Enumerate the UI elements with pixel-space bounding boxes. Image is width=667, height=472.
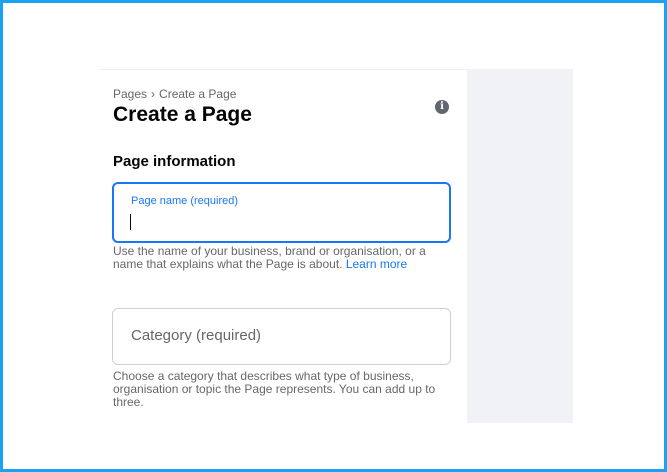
category-field[interactable]: Category (required) xyxy=(112,308,451,365)
breadcrumb-current: Create a Page xyxy=(159,87,237,101)
page-title: Create a Page xyxy=(113,103,252,126)
screenshot-frame: Pages › Create a Page Create a Page i Pa… xyxy=(0,0,667,472)
create-page-panel: Pages › Create a Page Create a Page i Pa… xyxy=(100,69,467,424)
section-title-page-information: Page information xyxy=(113,153,236,170)
page-name-field[interactable]: Page name (required) xyxy=(112,182,451,243)
text-caret xyxy=(130,214,131,230)
category-placeholder: Category (required) xyxy=(131,327,262,344)
category-help-text: Choose a category that describes what ty… xyxy=(113,369,436,409)
breadcrumb-separator-icon: › xyxy=(151,87,156,101)
breadcrumb: Pages › Create a Page xyxy=(113,87,236,101)
info-icon[interactable]: i xyxy=(435,100,449,114)
learn-more-link[interactable]: Learn more xyxy=(346,257,407,271)
page-name-label: Page name (required) xyxy=(131,195,239,207)
preview-area xyxy=(467,69,573,423)
breadcrumb-pages-link[interactable]: Pages xyxy=(113,87,147,101)
page-name-help-text: Use the name of your business, brand or … xyxy=(113,245,458,271)
